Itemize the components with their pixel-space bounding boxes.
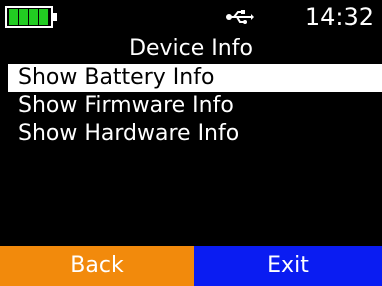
menu-item-hardware-info[interactable]: Show Hardware Info [8, 120, 382, 148]
menu-item-firmware-info[interactable]: Show Firmware Info [8, 92, 382, 120]
page-title: Device Info [129, 36, 253, 61]
battery-tip [53, 13, 57, 21]
back-button[interactable]: Back [0, 246, 194, 286]
status-bar: 14:32 [0, 0, 382, 34]
exit-button[interactable]: Exit [194, 246, 382, 286]
menu-list: Show Battery Info Show Firmware Info Sho… [8, 64, 382, 148]
clock: 14:32 [304, 3, 374, 31]
softkey-bar: Back Exit [0, 246, 382, 286]
usb-icon [226, 10, 254, 24]
menu-item-battery-info[interactable]: Show Battery Info [8, 64, 382, 92]
battery-icon [5, 6, 53, 28]
